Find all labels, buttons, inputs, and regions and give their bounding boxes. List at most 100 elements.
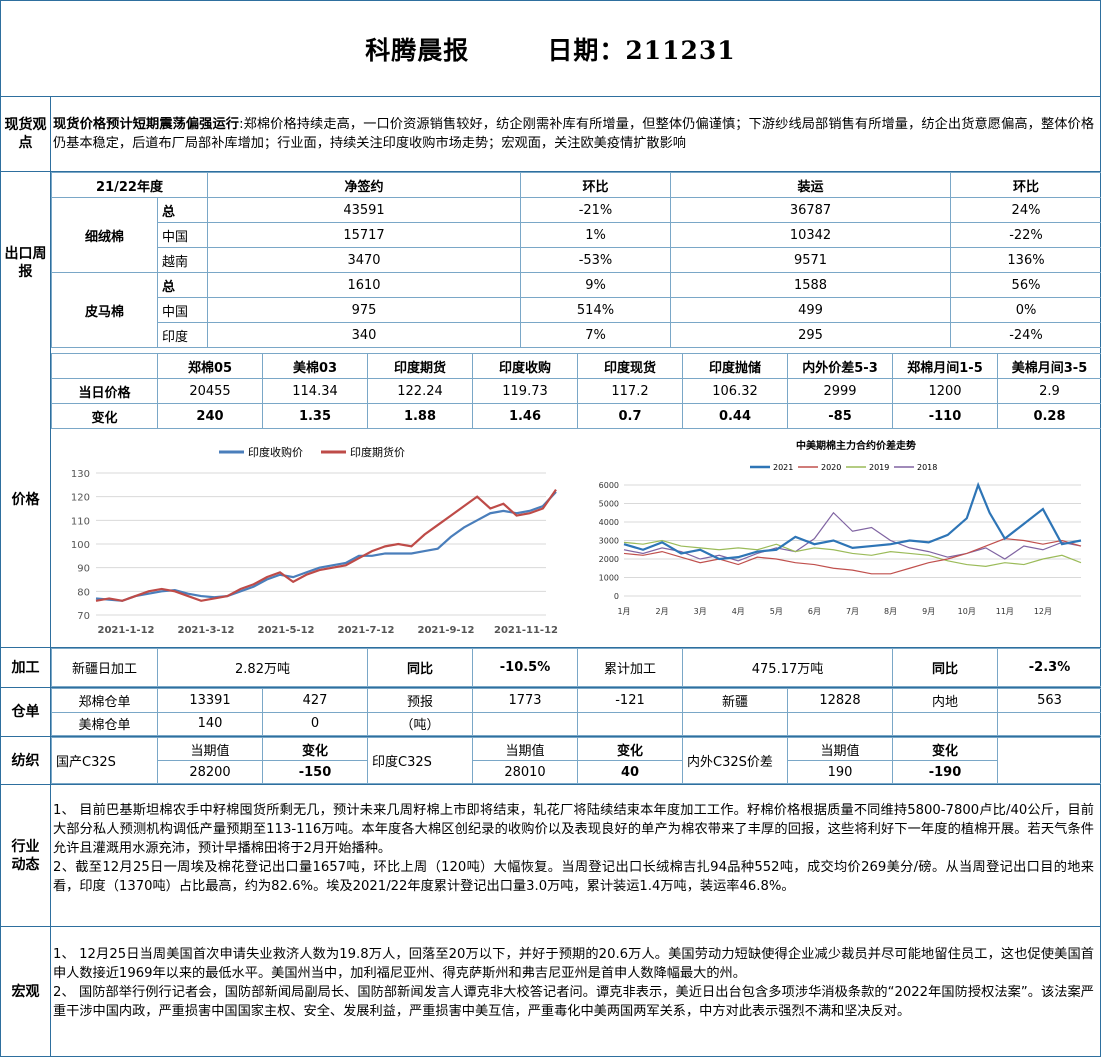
export-group-upland: 细绒棉: [51, 197, 158, 273]
export-cell: 499: [670, 297, 951, 323]
export-cell: 295: [670, 322, 951, 348]
legend-label-2020: 2020: [821, 463, 841, 472]
price-header: 印度抛储: [682, 353, 788, 379]
price-cell: 1200: [892, 378, 998, 404]
chart1-y-tick: 90: [77, 564, 90, 575]
change-cell: 240: [157, 403, 263, 429]
textile-header: 当期值: [157, 737, 263, 761]
chart2-y-tick: 3000: [599, 537, 619, 546]
chart1-series-0: [95, 491, 557, 602]
price-header: 美棉月间3-5: [997, 353, 1101, 379]
export-cell: 975: [207, 297, 521, 323]
export-label: 出口周报: [1, 172, 51, 353]
textile-blank: [997, 737, 1101, 784]
warehouse-section: 仓单 郑棉仓单 13391 427 预报 1773 -121 新疆 12828 内地 563 美棉…: [1, 688, 1101, 737]
export-cell: 43591: [207, 197, 521, 223]
change-cell: 1.88: [367, 403, 473, 429]
wh-cell: 新疆: [682, 688, 788, 713]
chart2-x-tick: 6月: [808, 607, 821, 616]
chart1-x-tick: 2021-1-12: [97, 625, 154, 636]
chart1-x-tick: 2021-11-12: [494, 625, 558, 636]
textile-header: 当期值: [787, 737, 893, 761]
chart1-lines: [95, 488, 557, 602]
warehouse-label: 仓单: [1, 688, 51, 736]
wh-cell: 13391: [157, 688, 263, 713]
chart2-title: 中美期棉主力合约价差走势: [796, 439, 916, 452]
proc-yoy-label: 同比: [367, 648, 473, 687]
wh-cell: [472, 711, 578, 736]
macro-para-1: 1、 12月25日当周美国首次申请失业救济人数为19.8万人，回落至20万以下，…: [53, 947, 1094, 981]
price-section: 价格 郑棉05 美棉03 印度期货 印度收购 印度现货 印度抛储 内外价差5-3 郑棉月间1-…: [1, 353, 1101, 648]
report-date: 日期：211231: [547, 35, 736, 65]
india-price-chart: 印度收购价 印度期货价 70 80 90 100 110 120 130 2021-1-12 2…: [71, 445, 558, 636]
chart1-y-tick: 70: [77, 611, 90, 622]
textile-change: 40: [577, 760, 683, 784]
legend-label-futures: 印度期货价: [350, 445, 405, 459]
export-header-season: 21/22年度: [51, 172, 208, 198]
export-cell: 340: [207, 322, 521, 348]
price-header: 美棉03: [262, 353, 368, 379]
wh-cell: 140: [157, 711, 263, 736]
wh-cell: [892, 711, 998, 736]
legend-label-2021: 2021: [773, 463, 793, 472]
wh-cell: （吨）: [367, 711, 473, 736]
export-cell: 7%: [520, 322, 671, 348]
wh-cell: 美棉仓单: [51, 711, 158, 736]
textile-value: 190: [787, 760, 893, 784]
price-header: 印度收购: [472, 353, 578, 379]
export-cell: 24%: [950, 197, 1101, 223]
export-cell: -22%: [950, 222, 1101, 248]
wh-cell: 563: [997, 688, 1101, 713]
textile-header: 变化: [262, 737, 368, 761]
price-cell: 122.24: [367, 378, 473, 404]
textile-spread-name: 内外C32S价差: [682, 737, 788, 784]
price-cell: 117.2: [577, 378, 683, 404]
chart2-y-tick: 2000: [599, 555, 619, 564]
industry-text: 1、 目前巴基斯坦棉农手中籽棉囤货所剩无几，预计未来几周籽棉上市即将结束，轧花厂…: [53, 801, 1094, 896]
proc-cum-yoy-label: 同比: [892, 648, 998, 687]
report-header: 科腾晨报 日期：211231: [1, 1, 1100, 97]
export-cell: 1610: [207, 272, 521, 298]
price-cell: 119.73: [472, 378, 578, 404]
report-title: 科腾晨报: [365, 35, 470, 65]
export-section: 出口周报 21/22年度 净签约 环比 装运 环比 细绒棉 总 43591 -21%…: [1, 172, 1101, 353]
wh-cell: 郑棉仓单: [51, 688, 158, 713]
export-cell: 1588: [670, 272, 951, 298]
proc-xinjiang-label: 新疆日加工: [51, 648, 158, 687]
legend-label-2019: 2019: [869, 463, 889, 472]
change-cell: 0.28: [997, 403, 1101, 429]
textile-change: -190: [892, 760, 998, 784]
export-header-mom1: 环比: [520, 172, 671, 198]
proc-cum-yoy-value: -2.3%: [997, 648, 1101, 687]
export-header-ship: 装运: [670, 172, 951, 198]
wh-cell: [577, 711, 683, 736]
price-header: 内外价差5-3: [787, 353, 893, 379]
export-cell: 9571: [670, 247, 951, 273]
export-cell: 36787: [670, 197, 951, 223]
chart2-x-tick: 11月: [996, 607, 1014, 616]
export-cell: 总: [157, 197, 208, 223]
export-header-mom2: 环比: [950, 172, 1101, 198]
chart2-y-tick: 0: [614, 592, 619, 601]
export-table: 21/22年度 净签约 环比 装运 环比 细绒棉 总 43591 -21% 36787…: [51, 172, 1101, 348]
chart2-y-tick: 5000: [599, 500, 619, 509]
export-cell: 514%: [520, 297, 671, 323]
price-cell: 114.34: [262, 378, 368, 404]
chart2-x-tick: 12月: [1034, 607, 1052, 616]
price-row-label: 当日价格: [51, 378, 158, 404]
chart1-y-tick: 120: [71, 493, 90, 504]
export-cell: 总: [157, 272, 208, 298]
proc-xinjiang-value: 2.82万吨: [157, 648, 368, 687]
price-cell: 2999: [787, 378, 893, 404]
chart2-y-tick: 1000: [599, 574, 619, 583]
price-cell: 2.9: [997, 378, 1101, 404]
wh-cell: -121: [577, 688, 683, 713]
wh-cell: 1773: [472, 688, 578, 713]
textile-header: 变化: [892, 737, 998, 761]
textile-section: 纺织 国产C32S 当期值 变化 印度C32S 当期值 变化 内外C32S价差 …: [1, 737, 1101, 785]
price-label: 价格: [1, 353, 51, 647]
wh-cell: 预报: [367, 688, 473, 713]
wh-cell: 427: [262, 688, 368, 713]
export-cell: 中国: [157, 222, 208, 248]
export-cell: 1%: [520, 222, 671, 248]
